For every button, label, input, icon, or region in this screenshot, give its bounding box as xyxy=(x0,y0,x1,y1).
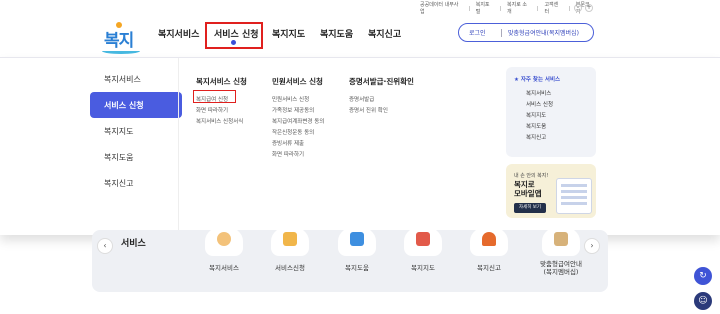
gnb-item-welfare-map[interactable]: 복지지도 xyxy=(272,27,305,41)
history-icon[interactable]: ↻ xyxy=(694,267,712,285)
siren-icon xyxy=(470,226,508,256)
submenu-item-civil-apply[interactable]: 민원서비스 신청 xyxy=(272,95,324,106)
submenu-heading: 민원서비스 신청 xyxy=(272,77,323,86)
chatbot-icon[interactable]: ☺ xyxy=(694,292,712,310)
divider xyxy=(537,5,539,11)
submenu-item-tutorial[interactable]: 화면 따라하기 xyxy=(196,106,247,117)
utility-link-about[interactable]: 복지로 소개 xyxy=(507,1,531,15)
mega-menu: 복지서비스 서비스 신청 복지지도 복지도움 복지신고 복지서비스 신청 복지급… xyxy=(0,57,720,236)
banner-subtitle: 내 손 안의 복지! xyxy=(514,173,549,179)
star-icon: ★ xyxy=(514,77,521,83)
favorite-item[interactable]: 복지도움 xyxy=(526,122,553,133)
divider xyxy=(468,5,470,11)
submenu-item-tutorial[interactable]: 화면 따라하기 xyxy=(272,150,324,161)
lnb-item-welfare-help[interactable]: 복지도움 xyxy=(86,144,184,170)
lnb-item-welfare-service[interactable]: 복지서비스 xyxy=(86,66,184,92)
icon-shape xyxy=(217,232,231,246)
gift-icon xyxy=(542,226,580,256)
chevron-left-icon[interactable]: ‹ xyxy=(97,238,113,254)
mobile-app-banner[interactable]: 내 손 안의 복지! 복지로 모바일앱 자세히 보기 xyxy=(506,164,596,218)
favorite-item[interactable]: 복지지도 xyxy=(526,111,553,122)
quick-item-custom-benefit[interactable]: 맞춤형급여안내 (복지멤버십) xyxy=(531,226,591,276)
quick-item-welfare-service[interactable]: 복지서비스 xyxy=(199,226,249,272)
submenu-col-certificate: 증명서발급·진위확인 증명서발급 증명서 진위 확인 xyxy=(349,76,414,117)
utility-link-support[interactable]: 고객센터 xyxy=(544,1,562,15)
icon-shape xyxy=(350,232,364,246)
divider xyxy=(501,28,502,37)
phone-illustration-icon xyxy=(556,178,592,214)
logo[interactable]: 복지로 xyxy=(98,18,146,76)
mega-menu-sidebar: 복지서비스 서비스 신청 복지지도 복지도움 복지신고 xyxy=(86,66,184,196)
hand-icon xyxy=(271,226,309,256)
favorites-panel: ★ 자주 찾는 서비스 복지서비스 서비스 신청 복지지도 복지도움 복지신고 xyxy=(506,67,596,157)
icon-shape xyxy=(416,232,430,246)
quick-item-label: 복지신고 xyxy=(477,264,501,272)
logo-swoosh xyxy=(102,48,140,54)
banner-title: 복지로 모바일앱 xyxy=(514,180,542,198)
utility-bar: 공공데이터 내부사업 복지포털 복지로 소개 고객센터 본문크기 xyxy=(420,1,720,15)
login-button[interactable]: 로그인 xyxy=(459,28,495,37)
quick-item-welfare-map[interactable]: 복지지도 xyxy=(398,226,448,272)
custom-benefit-button[interactable]: 맞춤형급여안내(복지멤버십) xyxy=(508,28,579,37)
quick-item-label: 맞춤형급여안내 (복지멤버십) xyxy=(540,260,582,276)
submenu-heading: 증명서발급·진위확인 xyxy=(349,77,414,86)
map-book-icon xyxy=(404,226,442,256)
quick-item-label: 복지도움 xyxy=(345,264,369,272)
gnb-active-indicator xyxy=(231,40,236,45)
quick-item-welfare-help[interactable]: 복지도움 xyxy=(332,226,382,272)
submenu-item-cert-verify[interactable]: 증명서 진위 확인 xyxy=(349,106,414,117)
header-actions: 로그인 맞춤형급여안내(복지멤버십) xyxy=(458,23,594,42)
icon-shape xyxy=(554,232,568,246)
lnb-item-welfare-map[interactable]: 복지지도 xyxy=(86,118,184,144)
quick-item-label: 서비스신청 xyxy=(275,264,305,272)
gnb-item-welfare-service[interactable]: 복지서비스 xyxy=(158,27,199,41)
submenu-item-cert-issue[interactable]: 증명서발급 xyxy=(349,95,414,106)
sidebar-divider xyxy=(178,58,179,236)
submenu-item-family-consent[interactable]: 가족정보 제공동의 xyxy=(272,106,324,117)
gnb-item-welfare-report[interactable]: 복지신고 xyxy=(368,27,401,41)
icon-shape xyxy=(283,232,297,246)
quick-menu-title: 서비스 xyxy=(121,239,146,249)
submenu-item-documents[interactable]: 증빙서류 제출 xyxy=(272,139,324,150)
submenu-item-account-change[interactable]: 복지급여계좌변경 동의 xyxy=(272,117,324,128)
favorites-list: 복지서비스 서비스 신청 복지지도 복지도움 복지신고 xyxy=(526,89,553,144)
favorite-item[interactable]: 복지신고 xyxy=(526,133,553,144)
quick-item-label: 복지서비스 xyxy=(209,264,239,272)
submenu-highlight-box xyxy=(193,90,236,103)
quick-item-welfare-report[interactable]: 복지신고 xyxy=(464,226,514,272)
divider xyxy=(568,5,570,11)
gnb-item-welfare-help[interactable]: 복지도움 xyxy=(320,27,353,41)
favorite-item[interactable]: 서비스 신청 xyxy=(526,100,553,111)
submenu-item-forms[interactable]: 복지서비스 신청서식 xyxy=(196,117,247,128)
quick-item-service-apply[interactable]: 서비스신청 xyxy=(265,226,315,272)
zoom-in-button[interactable]: + xyxy=(585,4,593,12)
favorites-title: ★ 자주 찾는 서비스 xyxy=(514,77,561,83)
favorite-item[interactable]: 복지서비스 xyxy=(526,89,553,100)
submenu-item-small-apply[interactable]: 작은신청운동 동의 xyxy=(272,128,324,139)
quick-item-label: 복지지도 xyxy=(411,264,435,272)
person-icon xyxy=(205,226,243,256)
utility-link-portal[interactable]: 복지포털 xyxy=(476,1,494,15)
document-icon xyxy=(338,226,376,256)
lnb-item-service-apply[interactable]: 서비스 신청 xyxy=(90,92,182,118)
utility-link-public[interactable]: 공공데이터 내부사업 xyxy=(420,1,463,15)
zoom-out-button[interactable]: - xyxy=(574,4,582,12)
banner-detail-button[interactable]: 자세히 보기 xyxy=(514,203,546,213)
divider xyxy=(500,5,501,11)
icon-shape xyxy=(482,232,496,246)
submenu-col-civil: 민원서비스 신청 민원서비스 신청 가족정보 제공동의 복지급여계좌변경 동의 … xyxy=(272,76,324,161)
submenu-heading: 복지서비스 신청 xyxy=(196,77,247,86)
lnb-item-welfare-report[interactable]: 복지신고 xyxy=(86,170,184,196)
